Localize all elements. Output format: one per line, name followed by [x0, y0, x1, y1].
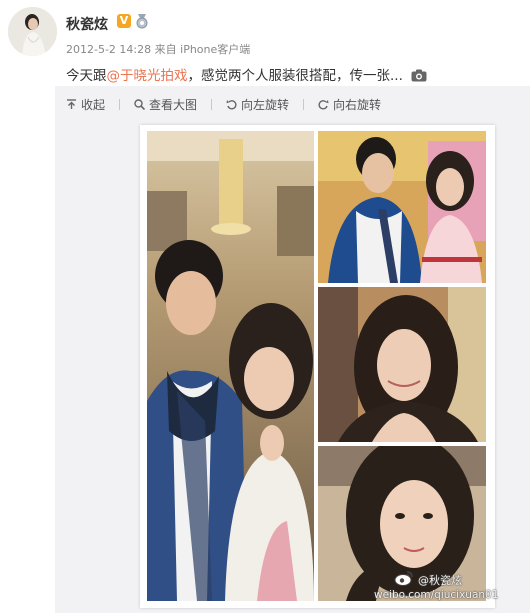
collage-photo-mid-right[interactable]: [318, 287, 486, 442]
rotate-right-icon: [318, 99, 329, 110]
view-large-button[interactable]: 查看大图: [134, 96, 197, 113]
rotate-right-button[interactable]: 向右旋转: [318, 96, 381, 113]
collage-photo-main[interactable]: [147, 131, 314, 601]
view-large-label: 查看大图: [149, 97, 198, 112]
photo-collage[interactable]: [140, 125, 495, 608]
weibo-logo-icon: [394, 571, 413, 586]
post-text-after: ，感觉两个人服装很搭配，传一张...: [187, 68, 403, 84]
media-toolbar: 收起 查看大图 向左旋转 向右旋转: [66, 95, 395, 113]
avatar[interactable]: [8, 7, 57, 56]
watermark-handle: @秋瓷炫: [418, 574, 462, 587]
toolbar-divider: [303, 98, 305, 110]
toolbar-divider: [119, 98, 121, 110]
rotate-left-label: 向左旋转: [241, 97, 290, 112]
camera-icon[interactable]: [411, 69, 427, 82]
magnify-icon: [134, 98, 146, 110]
toolbar-divider: [211, 98, 213, 110]
post-text: 今天跟@于晓光拍戏，感觉两个人服装很搭配，传一张...: [66, 64, 427, 84]
post-meta: 2012-5-2 14:28 来自 iPhone客户端: [66, 41, 250, 57]
post-text-before: 今天跟: [66, 68, 107, 84]
medal-icon[interactable]: [134, 13, 150, 29]
mention-link[interactable]: @于晓光拍戏: [107, 68, 188, 84]
post-datetime[interactable]: 2012-5-2 14:28: [66, 43, 151, 56]
rotate-right-label: 向右旋转: [333, 97, 382, 112]
collapse-label: 收起: [81, 97, 106, 112]
watermark: @秋瓷炫 weibo.com/qiucixuan01: [374, 571, 498, 601]
collapse-button[interactable]: 收起: [66, 96, 105, 113]
watermark-url: weibo.com/qiucixuan01: [374, 589, 499, 601]
collage-photo-top-right[interactable]: [318, 131, 486, 283]
username[interactable]: 秋瓷炫: [66, 14, 108, 34]
collapse-icon: [67, 98, 76, 109]
verified-icon: V: [117, 14, 131, 28]
rotate-left-button[interactable]: 向左旋转: [226, 96, 289, 113]
post-source[interactable]: 来自 iPhone客户端: [155, 43, 251, 56]
rotate-left-icon: [226, 99, 237, 110]
